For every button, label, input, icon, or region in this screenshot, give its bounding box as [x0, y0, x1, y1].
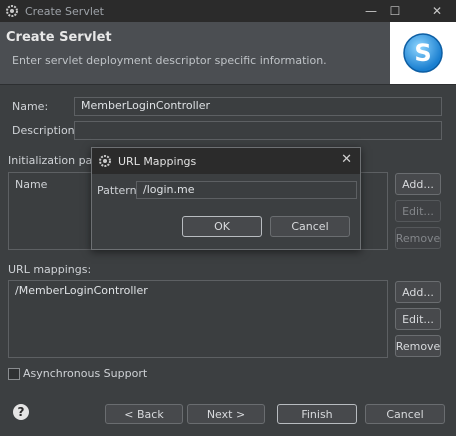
header-separator	[0, 84, 456, 85]
page-description: Enter servlet deployment descriptor spec…	[12, 54, 327, 67]
dialog-cancel-button[interactable]: Cancel	[270, 216, 350, 237]
back-button[interactable]: < Back	[105, 404, 183, 424]
url-remove-button[interactable]: Remove	[395, 335, 441, 357]
pattern-label: Pattern:	[97, 184, 141, 197]
name-label: Name:	[12, 100, 49, 113]
url-mappings-list[interactable]: /MemberLoginController	[8, 280, 388, 358]
init-add-button[interactable]: Add...	[395, 173, 441, 195]
description-label: Description:	[12, 124, 79, 137]
async-checkbox[interactable]	[8, 368, 20, 380]
table-header-name: Name	[15, 178, 48, 191]
init-remove-button[interactable]: Remove	[395, 227, 441, 249]
dialog-titlebar: URL Mappings ✕	[92, 148, 360, 174]
eclipse-gear-icon	[98, 154, 112, 168]
next-button[interactable]: Next >	[187, 404, 265, 424]
eclipse-gear-icon	[5, 4, 19, 18]
dialog-title: URL Mappings	[118, 154, 197, 168]
list-item[interactable]: /MemberLoginController	[15, 284, 148, 297]
url-mappings-dialog: URL Mappings ✕ Pattern: /login.me OK Can…	[91, 147, 361, 250]
name-field[interactable]: MemberLoginController	[74, 97, 442, 116]
url-add-button[interactable]: Add...	[395, 281, 441, 303]
logo-letter: S	[414, 39, 431, 67]
url-edit-button[interactable]: Edit...	[395, 308, 441, 330]
window-titlebar: Create Servlet — ☐ ✕	[0, 0, 456, 22]
finish-button[interactable]: Finish	[277, 404, 357, 424]
cancel-button[interactable]: Cancel	[365, 404, 445, 424]
ok-button[interactable]: OK	[182, 216, 262, 237]
init-params-label: Initialization para	[8, 154, 104, 167]
async-label: Asynchronous Support	[23, 367, 148, 380]
page-title: Create Servlet	[6, 30, 112, 45]
help-icon[interactable]: ?	[13, 404, 29, 420]
wizard-header: Create Servlet Enter servlet deployment …	[0, 22, 456, 84]
init-edit-button[interactable]: Edit...	[395, 200, 441, 222]
pattern-input[interactable]: /login.me	[136, 181, 357, 199]
window-title: Create Servlet	[25, 4, 104, 18]
maximize-button[interactable]: ☐	[378, 0, 412, 22]
url-mappings-label: URL mappings:	[8, 263, 92, 276]
dialog-close-button[interactable]: ✕	[341, 152, 352, 167]
servlet-logo-icon: S	[390, 22, 456, 84]
description-field[interactable]	[74, 121, 442, 140]
close-window-button[interactable]: ✕	[420, 0, 454, 22]
